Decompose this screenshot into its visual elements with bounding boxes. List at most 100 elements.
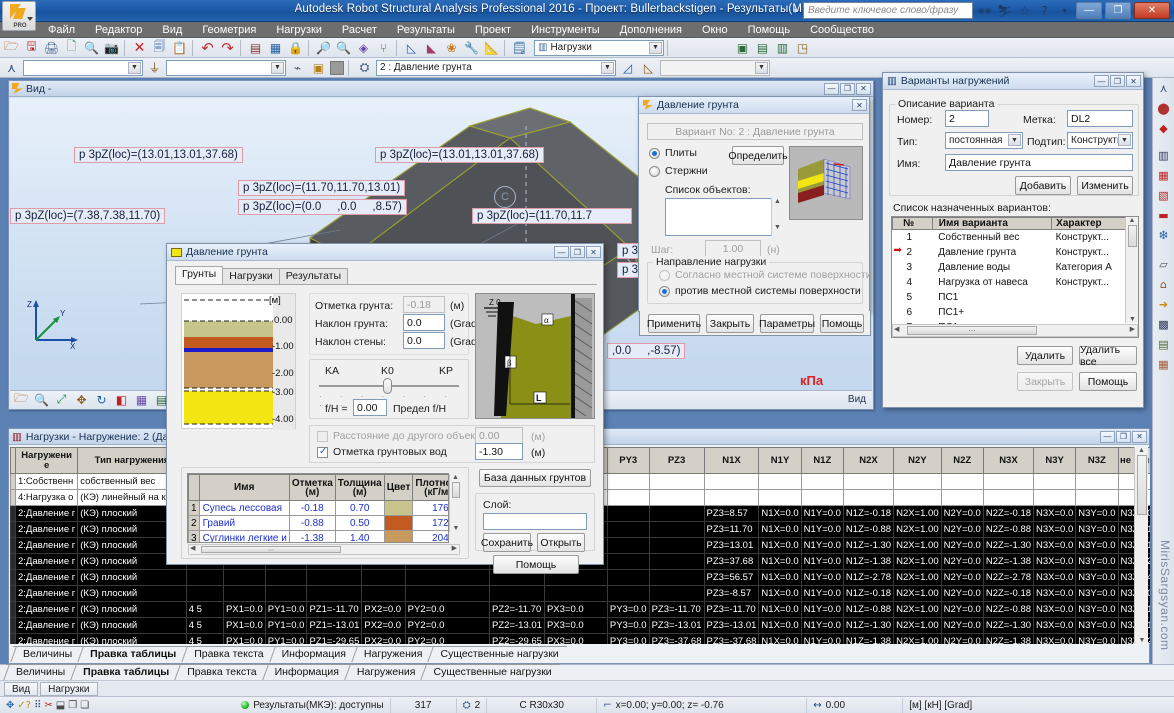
loads-cell[interactable]: N2X=1.00: [893, 553, 942, 570]
loads-cell[interactable]: [606, 553, 650, 570]
loads-cell[interactable]: [404, 585, 491, 602]
loads-cell[interactable]: (КЭ) плоский: [77, 617, 187, 634]
soils-hscroll-thumb[interactable]: ⋯: [201, 546, 341, 554]
soils-hscroll-left-icon[interactable]: ◀: [190, 544, 195, 552]
loads-cell[interactable]: [893, 473, 942, 490]
doc-tab-3[interactable]: Информация: [261, 664, 347, 680]
loads-cell[interactable]: N1Y=0.0: [800, 585, 844, 602]
loads-cell[interactable]: PZ3=-11.70: [648, 601, 705, 618]
sp-close-button[interactable]: ✕: [586, 246, 601, 258]
loads-cell[interactable]: PZ1=-13.01: [306, 617, 363, 634]
menu-item-1[interactable]: Редактор: [85, 22, 152, 38]
loads-cell[interactable]: N2Z=-0.18: [982, 585, 1035, 602]
support-combo[interactable]: ▼: [23, 59, 143, 76]
params-button[interactable]: Параметры: [759, 314, 815, 333]
loads-cell[interactable]: [982, 473, 1035, 490]
loads-cell[interactable]: PY1=0.0: [264, 633, 308, 644]
lt-minimize-button[interactable]: —: [1100, 430, 1115, 443]
snap-icon[interactable]: ✥: [6, 700, 14, 711]
export-icon[interactable]: ➜: [1154, 295, 1174, 314]
loads-cell[interactable]: [703, 473, 760, 490]
maximize-button[interactable]: ❐: [1105, 2, 1131, 19]
variants-hscrollbar[interactable]: ⋯ ◀ ▶: [892, 324, 1138, 337]
variants-row[interactable]: 3 Давление воды Категория А: [893, 260, 1126, 275]
view-maximize-button[interactable]: ❐: [840, 82, 855, 95]
loads-cell[interactable]: N3Y=0.0: [1075, 601, 1119, 618]
variants-scroll-thumb[interactable]: [1127, 225, 1137, 247]
loads-cell[interactable]: N2Z=-1.30: [982, 537, 1035, 554]
select-icon[interactable]: ⬓: [56, 700, 65, 711]
soils-table[interactable]: Имя Отметка (м) Толщина (м) Цвет Плотнос…: [187, 473, 449, 543]
loads-cell[interactable]: N2X=1.00: [893, 633, 942, 644]
loads-cell[interactable]: PZ3=-13.01: [648, 617, 705, 634]
loads-col-1[interactable]: Нагружени е: [14, 447, 79, 474]
soil-pressure-icon[interactable]: ▦: [1154, 166, 1174, 185]
loads-cell[interactable]: PX3=0.0: [543, 617, 608, 634]
loads-col-20[interactable]: N3Y: [1033, 447, 1077, 474]
loads-cell[interactable]: N2Y=0.0: [940, 617, 984, 634]
view-grid-icon[interactable]: ▦: [132, 391, 151, 409]
loads-cell[interactable]: PZ3=-37.68: [648, 633, 705, 644]
subtype-chevron-icon[interactable]: ▼: [1118, 134, 1131, 146]
loads-cell[interactable]: 2:Давление г: [14, 537, 79, 554]
object-list-scrollbar[interactable]: ▲ ▼: [771, 198, 783, 236]
loads-cell[interactable]: [703, 489, 760, 506]
variants-scroll-up-icon[interactable]: ▲: [1126, 217, 1138, 224]
name-input[interactable]: Давление грунта: [945, 154, 1133, 171]
loads-cell[interactable]: N3Y=0.0: [1075, 521, 1119, 538]
bar-load-icon[interactable]: ◆: [1154, 119, 1174, 138]
distance-checkbox[interactable]: [317, 431, 328, 442]
soils-scroll-down-icon[interactable]: ▼: [450, 525, 462, 532]
loads-row[interactable]: 2:Давление г (КЭ) плоский 4 5 PX1=0.0 PY1=0.…: [10, 633, 1150, 644]
node-support-icon[interactable]: ⋏: [2, 59, 21, 77]
loads-cell[interactable]: N1Z=-1.38: [842, 633, 895, 644]
loads-cell[interactable]: N1Z=-2.78: [842, 569, 895, 586]
variants-row[interactable]: 6 ПС1+: [893, 305, 1126, 320]
loads-cell[interactable]: [1033, 473, 1077, 490]
menu-item-5[interactable]: Расчет: [332, 22, 387, 38]
chevron-down-icon-4[interactable]: ▼: [601, 61, 614, 74]
change-button[interactable]: Изменить: [1077, 176, 1133, 195]
loads-cell[interactable]: N2Y=0.0: [940, 537, 984, 554]
loads-cell[interactable]: N1Z=-0.88: [842, 521, 895, 538]
mesh-icon[interactable]: ▦: [1154, 355, 1174, 374]
loads-cell[interactable]: N2Z=-1.38: [982, 633, 1035, 644]
loads-cell[interactable]: [648, 505, 705, 522]
load-type-combo[interactable]: ▥ Нагрузки ▼: [534, 39, 664, 56]
loads-col-19[interactable]: N3X: [982, 447, 1035, 474]
tab-results[interactable]: Результаты: [278, 268, 349, 284]
loads-cell[interactable]: [800, 473, 844, 490]
close-button-lv[interactable]: Закрыть: [1017, 372, 1073, 391]
loads-cell[interactable]: [606, 585, 650, 602]
radio-plates[interactable]: [649, 148, 660, 159]
loads-cell[interactable]: N1X=0.0: [758, 569, 802, 586]
soils-row[interactable]: 1Супесь лессовая-0.180.70 1764.: [188, 500, 448, 516]
loads-scroll-up-icon[interactable]: ▲: [1135, 447, 1148, 454]
delete-icon[interactable]: ✕: [130, 39, 149, 57]
window-tab-view[interactable]: Вид: [4, 681, 39, 696]
radio-bars[interactable]: [649, 166, 660, 177]
rotate-3d-icon[interactable]: ◈: [354, 39, 373, 57]
loads-cell[interactable]: [842, 489, 895, 506]
loads-cell[interactable]: PZ3=-8.57: [703, 585, 760, 602]
app-logo[interactable]: PRO: [2, 1, 36, 31]
loads-scroll-thumb[interactable]: [1136, 455, 1147, 515]
loads-cell[interactable]: [306, 585, 363, 602]
loads-cell[interactable]: [940, 473, 984, 490]
loads-cell[interactable]: [982, 489, 1035, 506]
soil-db-button[interactable]: База данных грунтов: [479, 469, 591, 487]
camera-icon[interactable]: 📷: [102, 39, 121, 57]
loads-cell[interactable]: N2Z=-0.88: [982, 521, 1035, 538]
loads-cell[interactable]: [543, 585, 608, 602]
load-case-combo[interactable]: 2 : Давление грунта ▼: [376, 59, 616, 76]
loads-cell[interactable]: N3Y=0.0: [1075, 537, 1119, 554]
loads-scroll-down-icon[interactable]: ▼: [1135, 637, 1149, 644]
loads-cell[interactable]: N1X=0.0: [758, 617, 802, 634]
loads-cell[interactable]: N3X=0.0: [1033, 537, 1077, 554]
loads-cell[interactable]: PY2=0.0: [404, 633, 491, 644]
loads-cell[interactable]: 2:Давление г: [14, 553, 79, 570]
loads-cell[interactable]: PY3=0.0: [606, 633, 650, 644]
close-button-soil[interactable]: Закрыть: [706, 314, 754, 333]
undo-icon[interactable]: ↶: [198, 39, 217, 57]
loads-cell[interactable]: [606, 569, 650, 586]
